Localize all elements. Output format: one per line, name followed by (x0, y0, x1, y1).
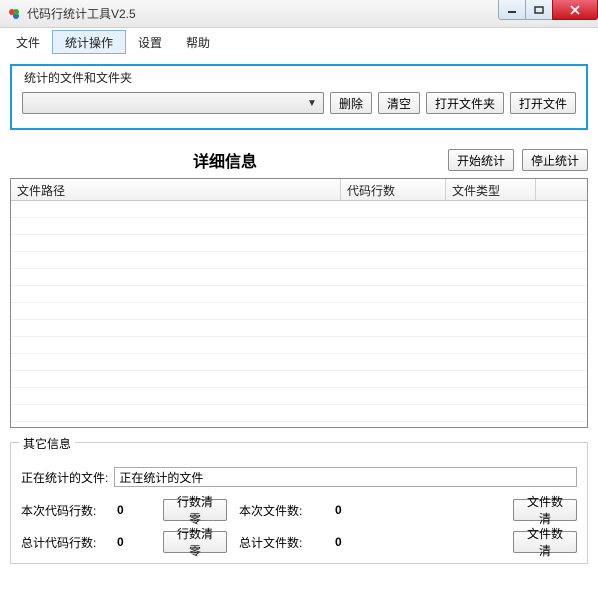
close-button[interactable] (552, 0, 598, 20)
window-controls (499, 0, 598, 20)
table-row[interactable] (11, 405, 587, 422)
table-row[interactable] (11, 286, 587, 303)
table-row[interactable] (11, 371, 587, 388)
files-reset-button-1[interactable]: 文件数清 (513, 499, 577, 521)
table-row[interactable] (11, 388, 587, 405)
total-files-value: 0 (335, 535, 375, 549)
open-file-button[interactable]: 打开文件 (510, 92, 576, 114)
table-row[interactable] (11, 218, 587, 235)
this-files-label: 本次文件数: (239, 502, 329, 519)
menu-stats-ops[interactable]: 统计操作 (52, 30, 126, 54)
stop-stats-button[interactable]: 停止统计 (522, 149, 588, 171)
table-row[interactable] (11, 235, 587, 252)
column-lines[interactable]: 代码行数 (341, 179, 446, 200)
this-files-value: 0 (335, 503, 375, 517)
this-lines-label: 本次代码行数: (21, 502, 111, 519)
table-header: 文件路径 代码行数 文件类型 (11, 179, 587, 201)
detail-title: 详细信息 (10, 148, 440, 172)
delete-button[interactable]: 删除 (330, 92, 372, 114)
maximize-button[interactable] (525, 0, 553, 20)
table-row[interactable] (11, 201, 587, 218)
current-file-input[interactable] (114, 467, 577, 487)
table-row[interactable] (11, 354, 587, 371)
app-icon (6, 6, 22, 22)
column-type[interactable]: 文件类型 (446, 179, 536, 200)
table-row[interactable] (11, 320, 587, 337)
titlebar: 代码行统计工具V2.5 (0, 0, 598, 28)
total-lines-value: 0 (117, 535, 157, 549)
table-row[interactable] (11, 337, 587, 354)
start-stats-button[interactable]: 开始统计 (448, 149, 514, 171)
menu-help[interactable]: 帮助 (174, 30, 222, 54)
menu-settings[interactable]: 设置 (126, 30, 174, 54)
table-row[interactable] (11, 303, 587, 320)
current-file-label: 正在统计的文件: (21, 469, 108, 486)
files-group-legend: 统计的文件和文件夹 (22, 69, 134, 86)
this-lines-value: 0 (117, 503, 157, 517)
chevron-down-icon: ▼ (307, 98, 317, 109)
other-info-legend: 其它信息 (19, 435, 75, 452)
lines-reset-button-1[interactable]: 行数清零 (163, 499, 227, 521)
table-row[interactable] (11, 269, 587, 286)
other-info-group: 其它信息 正在统计的文件: 本次代码行数: 0 行数清零 本次文件数: 0 文件… (10, 442, 588, 564)
menu-file[interactable]: 文件 (4, 30, 52, 54)
window-title: 代码行统计工具V2.5 (27, 5, 136, 22)
lines-reset-button-2[interactable]: 行数清零 (163, 531, 227, 553)
minimize-button[interactable] (498, 0, 526, 20)
files-reset-button-2[interactable]: 文件数清 (513, 531, 577, 553)
clear-button[interactable]: 清空 (378, 92, 420, 114)
menubar: 文件 统计操作 设置 帮助 (0, 28, 598, 54)
table-row[interactable] (11, 252, 587, 269)
files-groupbox: 统计的文件和文件夹 ▼ 删除 清空 打开文件夹 打开文件 (10, 64, 588, 130)
column-spacer (536, 179, 587, 200)
open-folder-button[interactable]: 打开文件夹 (426, 92, 504, 114)
total-files-label: 总计文件数: (239, 534, 329, 551)
detail-table[interactable]: 文件路径 代码行数 文件类型 (10, 178, 588, 428)
total-lines-label: 总计代码行数: (21, 534, 111, 551)
column-path[interactable]: 文件路径 (11, 179, 341, 200)
path-combobox[interactable]: ▼ (22, 92, 324, 114)
table-body (11, 201, 587, 422)
